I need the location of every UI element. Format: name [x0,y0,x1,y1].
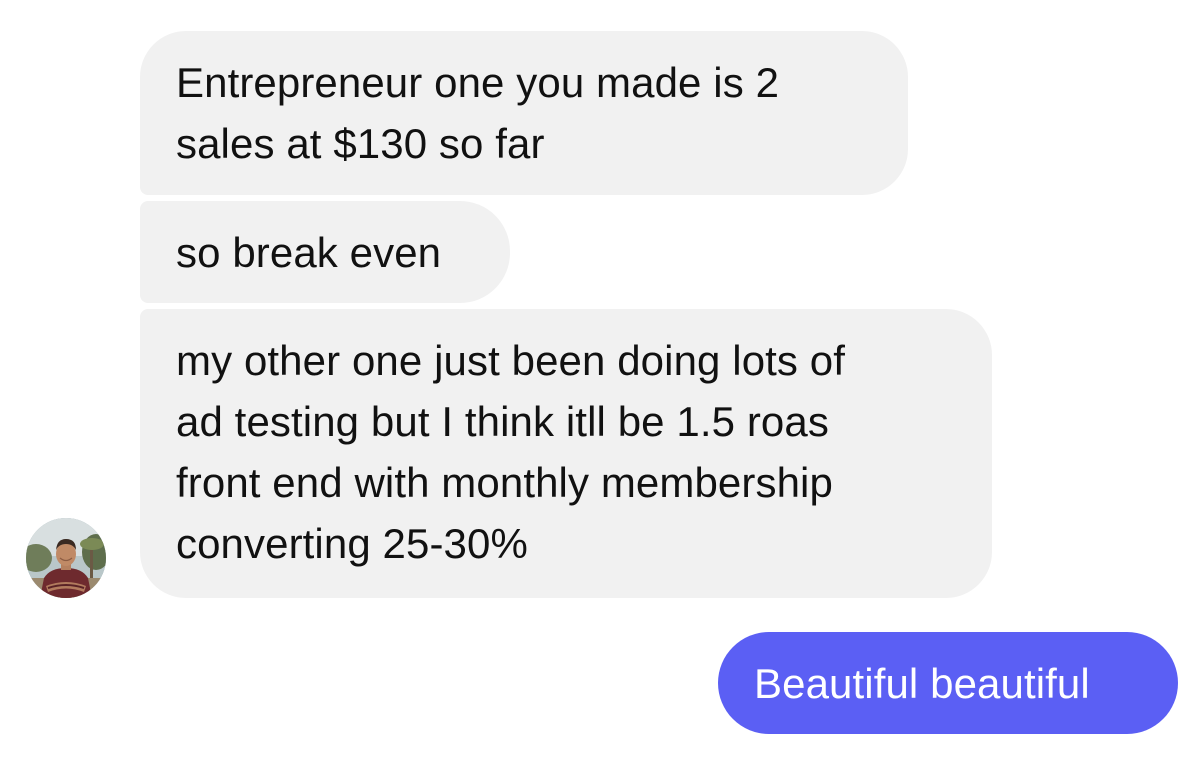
incoming-message-bubble[interactable]: my other one just been doing lots of ad … [140,309,992,598]
profile-photo-avatar-icon [26,518,106,598]
incoming-message-bubble[interactable]: Entrepreneur one you made is 2 sales at … [140,31,908,195]
contact-avatar[interactable] [26,518,106,598]
outgoing-message-bubble[interactable]: Beautiful beautiful [718,632,1178,734]
incoming-message-bubble[interactable]: so break even [140,201,510,303]
message-thread: Entrepreneur one you made is 2 sales at … [0,0,1200,765]
